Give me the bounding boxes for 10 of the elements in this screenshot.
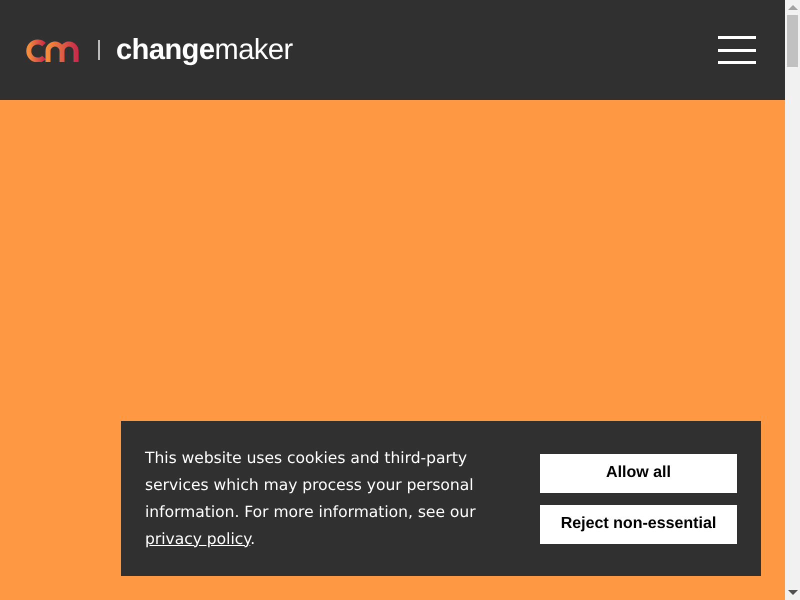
cookie-message: This website uses cookies and third-party services which may process your personal information. For more information, see our privacy policy. (145, 448, 477, 550)
reject-button[interactable]: Reject non-essential (540, 504, 737, 544)
scroll-up-icon[interactable] (788, 5, 798, 10)
scrollbar[interactable] (785, 0, 800, 600)
brand-name[interactable]: changemaker (116, 34, 293, 66)
scroll-down-icon[interactable] (788, 590, 798, 595)
privacy-policy-link[interactable]: privacy policy (145, 530, 250, 548)
allow-all-button[interactable]: Allow all (540, 454, 737, 492)
scroll-thumb[interactable] (787, 15, 798, 67)
menu-button[interactable] (718, 36, 756, 64)
